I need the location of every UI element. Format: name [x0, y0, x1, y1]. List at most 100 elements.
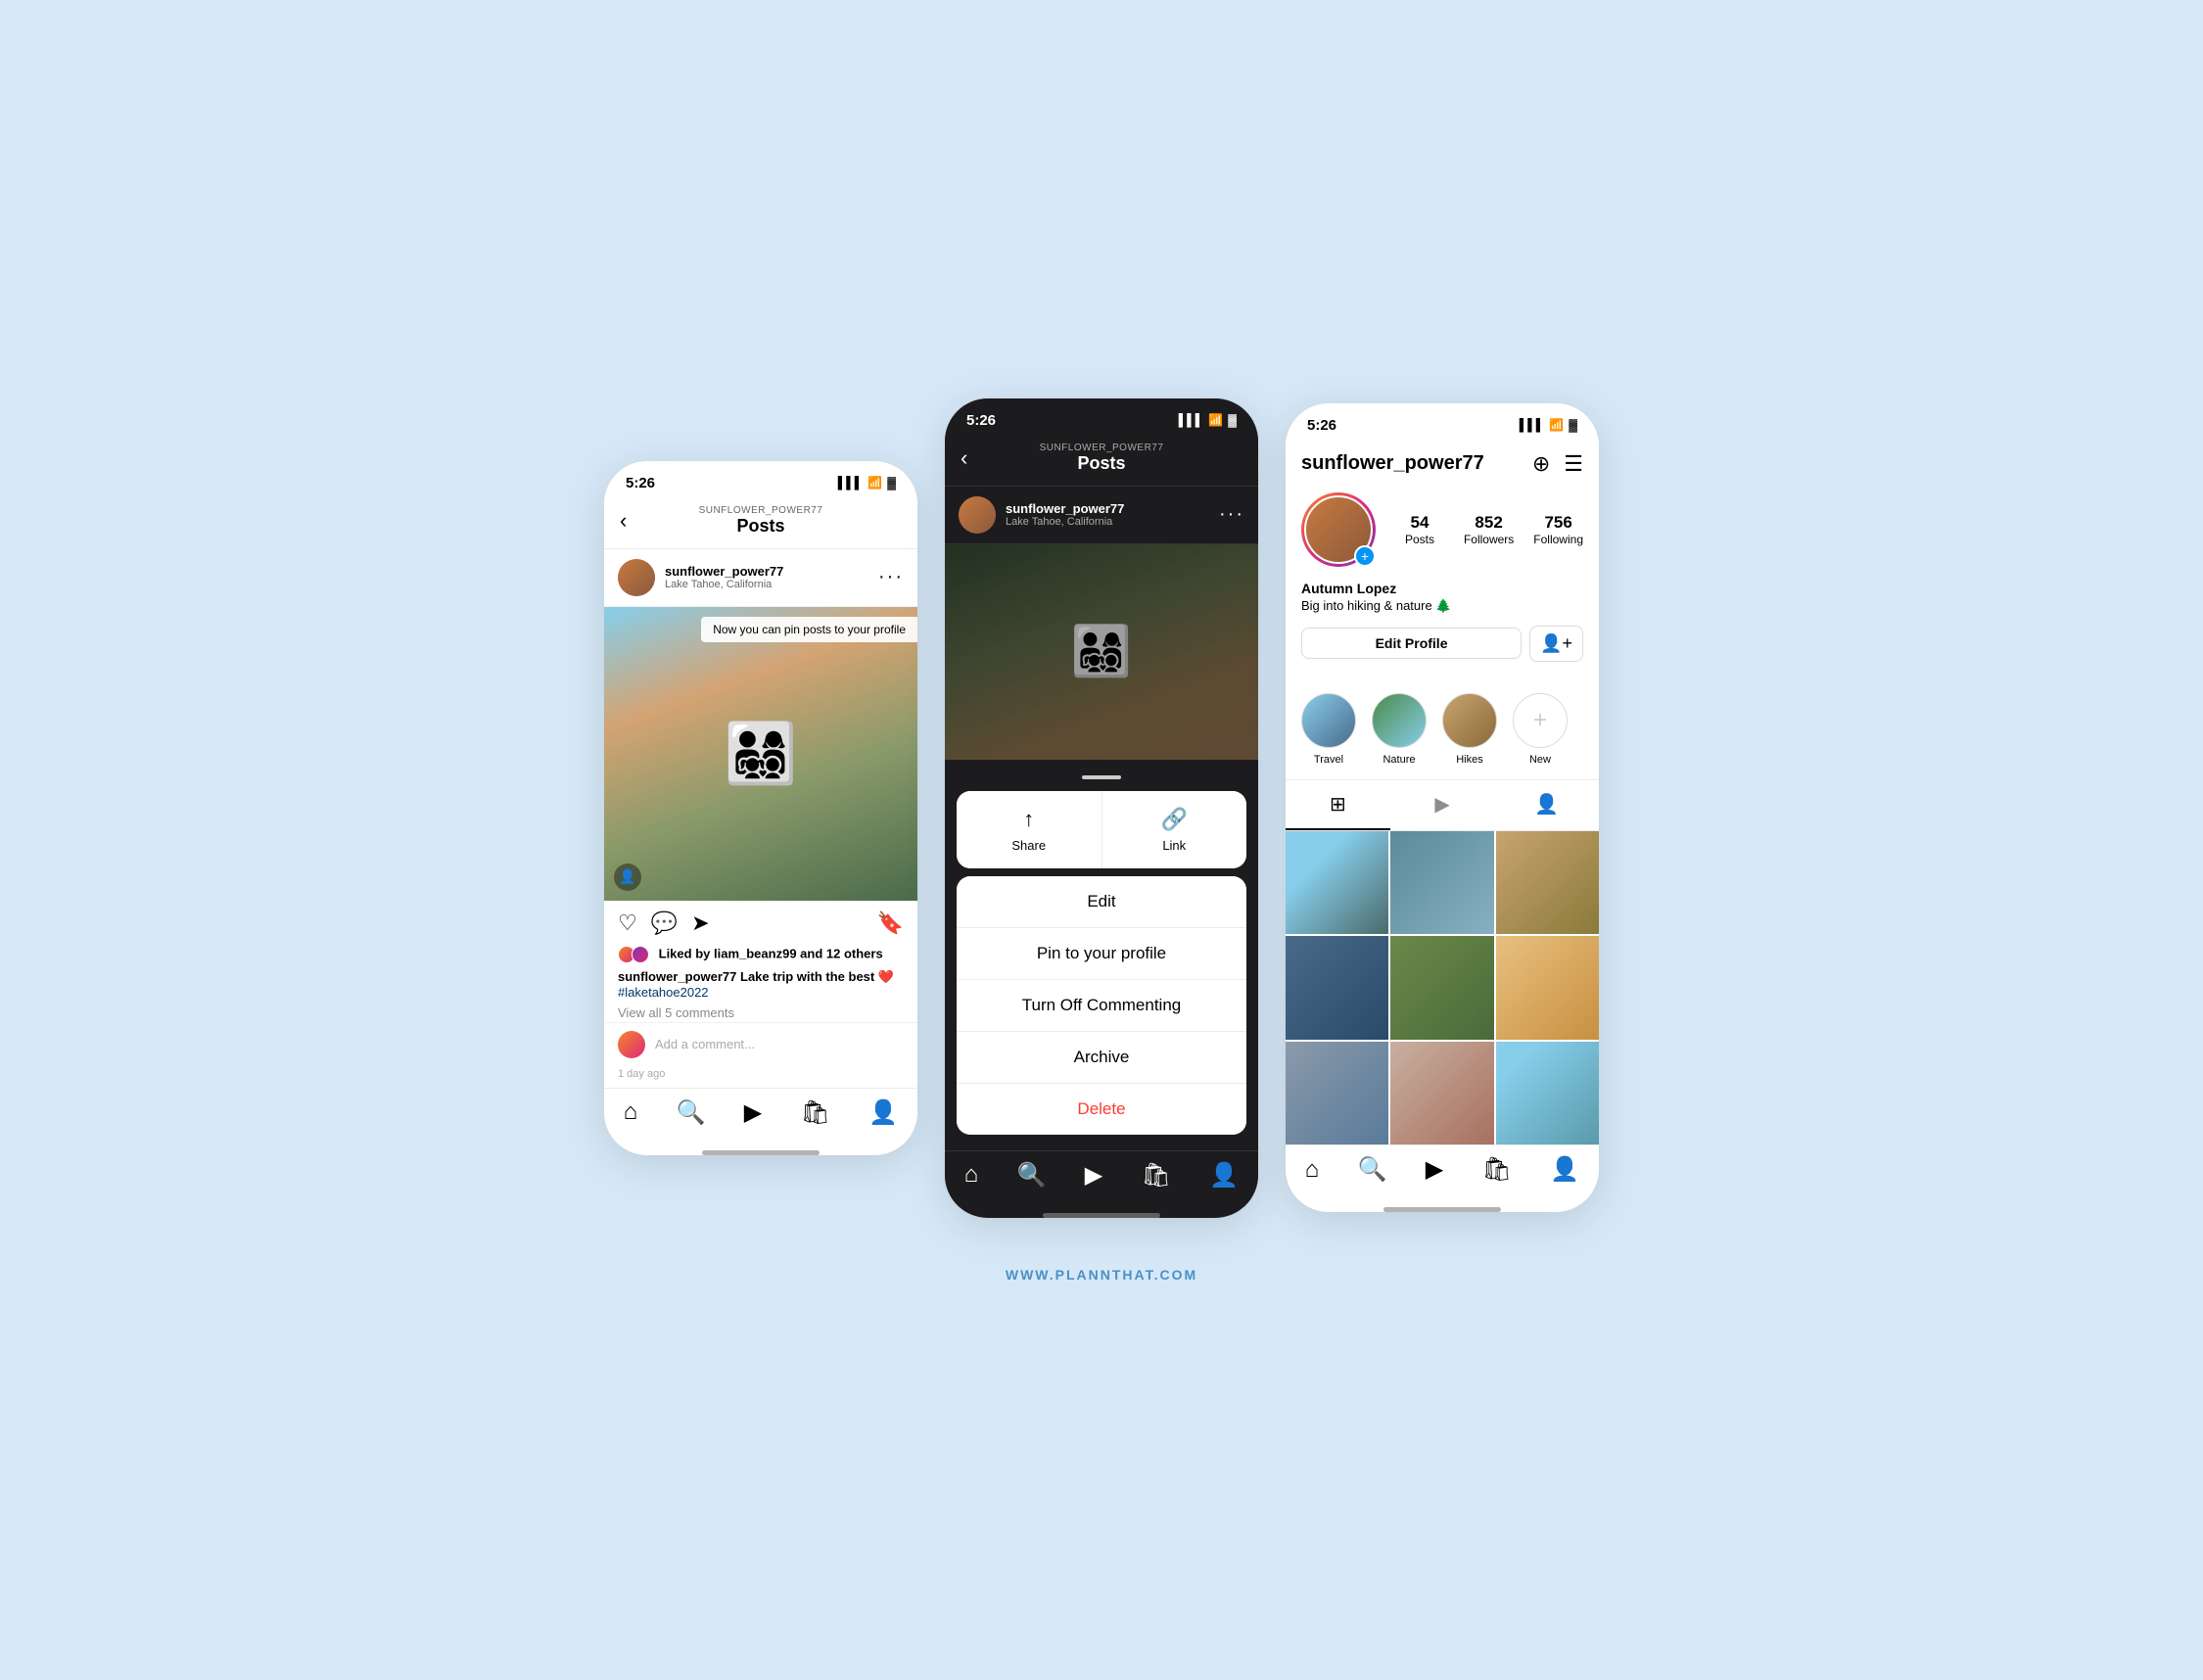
highlight-travel[interactable]: Travel	[1301, 693, 1356, 766]
grid-photo-3[interactable]	[1496, 831, 1599, 934]
search-nav-icon[interactable]: 🔍	[677, 1098, 706, 1127]
home-nav-icon-2[interactable]: ⌂	[964, 1161, 979, 1189]
post-username-2[interactable]: sunflower_power77	[1006, 501, 1219, 516]
grid-photo-4[interactable]	[1286, 936, 1388, 1039]
posts-count: 54	[1395, 513, 1444, 533]
back-button-2[interactable]: ‹	[961, 445, 967, 471]
following-stat[interactable]: 756 Following	[1533, 513, 1583, 546]
add-person-icon: 👤+	[1540, 633, 1572, 654]
shop-nav-icon-3[interactable]: 🛍	[1482, 1155, 1512, 1184]
search-nav-icon-3[interactable]: 🔍	[1358, 1155, 1387, 1184]
grid-photo-9[interactable]	[1496, 1042, 1599, 1144]
signal-icon: ▌▌▌	[838, 476, 864, 490]
post-username[interactable]: sunflower_power77	[665, 564, 878, 579]
add-post-button[interactable]: ⊕	[1532, 451, 1550, 477]
following-label: Following	[1533, 533, 1583, 546]
delete-action[interactable]: Delete	[957, 1084, 1246, 1135]
grid-photo-5[interactable]	[1390, 936, 1493, 1039]
menu-button[interactable]: ☰	[1564, 451, 1583, 477]
profile-tabs: ⊞ ▶ 👤	[1286, 780, 1599, 831]
share-icon-action: ↑	[1023, 807, 1034, 832]
highlight-nature[interactable]: Nature	[1372, 693, 1427, 766]
profile-username: sunflower_power77	[1301, 452, 1484, 475]
post-image-overlay: 👨‍👩‍👧‍👦	[604, 607, 917, 901]
add-story-button[interactable]: +	[1354, 545, 1376, 567]
followers-stat[interactable]: 852 Followers	[1464, 513, 1514, 546]
caption-hashtag[interactable]: #laketahoe2022	[618, 985, 709, 1000]
edit-profile-button[interactable]: Edit Profile	[1301, 628, 1522, 659]
home-nav-icon[interactable]: ⌂	[624, 1098, 638, 1126]
pin-action[interactable]: Pin to your profile	[957, 928, 1246, 980]
back-button-1[interactable]: ‹	[620, 508, 627, 534]
share-button[interactable]: ↑ Share	[957, 791, 1102, 868]
liked-others: and 12 others	[800, 946, 883, 960]
bookmark-icon[interactable]: 🔖	[877, 910, 904, 936]
profile-nav-icon-3[interactable]: 👤	[1550, 1155, 1579, 1184]
wifi-icon-2: 📶	[1208, 413, 1223, 427]
post-timestamp: 1 day ago	[604, 1066, 917, 1088]
grid-icon: ⊞	[1330, 792, 1346, 817]
archive-action[interactable]: Archive	[957, 1032, 1246, 1084]
comment-placeholder[interactable]: Add a comment...	[655, 1037, 755, 1051]
caption-username[interactable]: sunflower_power77	[618, 969, 736, 984]
grid-photo-8[interactable]	[1390, 1042, 1493, 1144]
tab-grid[interactable]: ⊞	[1286, 780, 1390, 830]
highlight-label-hikes: Hikes	[1456, 754, 1483, 766]
link-label: Link	[1162, 838, 1186, 853]
profile-top-actions: ⊕ ☰	[1532, 451, 1583, 477]
link-button[interactable]: 🔗 Link	[1102, 791, 1247, 868]
highlight-label-nature: Nature	[1383, 754, 1415, 766]
liked-user[interactable]: liam_beanz99	[714, 946, 797, 960]
grid-photo-2[interactable]	[1390, 831, 1493, 934]
tagged-icon: 👤	[1534, 792, 1559, 817]
home-nav-icon-3[interactable]: ⌂	[1305, 1156, 1320, 1184]
tab-reels[interactable]: ▶	[1390, 780, 1495, 830]
highlight-hikes[interactable]: Hikes	[1442, 693, 1497, 766]
view-comments[interactable]: View all 5 comments	[604, 1003, 917, 1022]
post-location-2: Lake Tahoe, California	[1006, 516, 1219, 528]
add-person-button[interactable]: 👤+	[1529, 626, 1583, 662]
comment-icon[interactable]: 💬	[651, 910, 678, 936]
post-likes: Liked by liam_beanz99 and 12 others	[604, 946, 917, 967]
post-more-button-2[interactable]: ···	[1219, 503, 1244, 526]
reels-nav-icon-2[interactable]: ▶	[1085, 1161, 1102, 1190]
turn-off-commenting-action[interactable]: Turn Off Commenting	[957, 980, 1246, 1032]
profile-nav-icon[interactable]: 👤	[868, 1098, 898, 1127]
edit-action[interactable]: Edit	[957, 876, 1246, 928]
share-icon[interactable]: ➤	[691, 910, 709, 936]
highlight-label-new: New	[1529, 754, 1551, 766]
like-icon[interactable]: ♡	[618, 910, 637, 936]
phone1-navbar: ‹ SUNFLOWER_POWER77 Posts	[604, 497, 917, 549]
footer-url: WWW.PLANNTHAT.COM	[1006, 1267, 1197, 1283]
status-time-2: 5:26	[966, 412, 996, 429]
post-caption: sunflower_power77 Lake trip with the bes…	[604, 967, 917, 1003]
highlight-new[interactable]: + New	[1513, 693, 1568, 766]
reels-nav-icon-3[interactable]: ▶	[1426, 1155, 1443, 1184]
search-nav-icon-2[interactable]: 🔍	[1017, 1161, 1047, 1190]
post-header: sunflower_power77 Lake Tahoe, California…	[604, 549, 917, 607]
phone-2: 5:26 ▌▌▌ 📶 ▓ ‹ SUNFLOWER_POWER77 Posts	[945, 398, 1258, 1218]
shop-nav-icon-2[interactable]: 🛍	[1142, 1161, 1171, 1190]
post-image: 👨‍👩‍👧‍👦 👤	[604, 607, 917, 901]
reels-nav-icon[interactable]: ▶	[744, 1098, 762, 1127]
post-more-button[interactable]: ···	[878, 566, 904, 588]
shop-nav-icon[interactable]: 🛍	[801, 1098, 830, 1127]
photo-grid	[1286, 831, 1599, 1144]
following-count: 756	[1533, 513, 1583, 533]
profile-nav-icon-2[interactable]: 👤	[1209, 1161, 1239, 1190]
highlights-row: Travel Nature Hikes + New	[1286, 683, 1599, 780]
action-sheet-container: ↑ Share 🔗 Link Edit Pin to your profile …	[945, 791, 1258, 1150]
tab-tagged[interactable]: 👤	[1494, 780, 1599, 830]
home-indicator-2	[1043, 1213, 1160, 1218]
post-image-2: 👨‍👩‍👧‍👦	[945, 544, 1258, 760]
action-sheet-top: ↑ Share 🔗 Link	[957, 791, 1246, 868]
grid-photo-1[interactable]	[1286, 831, 1388, 934]
pin-banner: Now you can pin posts to your profile	[701, 617, 917, 642]
grid-photo-7[interactable]	[1286, 1042, 1388, 1144]
grid-photo-6[interactable]	[1496, 936, 1599, 1039]
navbar-username-2: SUNFLOWER_POWER77	[1040, 443, 1164, 453]
profile-header: sunflower_power77 ⊕ ☰ + 54 Posts	[1286, 440, 1599, 683]
status-bar-3: 5:26 ▌▌▌ 📶 ▓	[1286, 403, 1599, 440]
share-label: Share	[1011, 838, 1046, 853]
edit-profile-row: Edit Profile 👤+	[1301, 626, 1583, 662]
